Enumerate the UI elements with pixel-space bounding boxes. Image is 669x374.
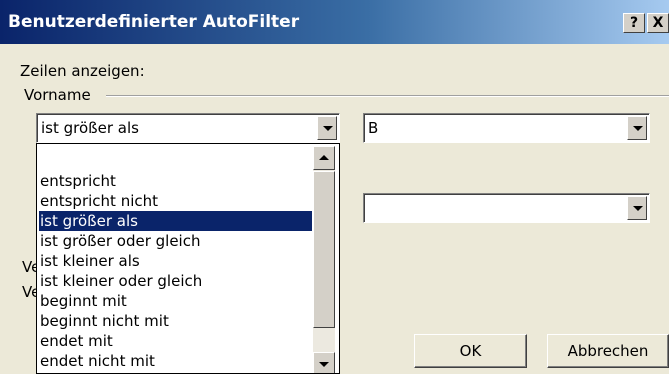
- list-item[interactable]: ist kleiner als: [39, 251, 312, 271]
- scroll-up-button[interactable]: [313, 146, 335, 170]
- list-item[interactable]: beginnt mit: [39, 291, 312, 311]
- help-button[interactable]: ?: [623, 13, 645, 33]
- rows-label: Zeilen anzeigen:: [20, 62, 145, 80]
- operator1-select[interactable]: ist größer als: [36, 113, 340, 143]
- operator1-dropdown-button[interactable]: [317, 116, 337, 140]
- operator1-value: ist größer als: [41, 119, 139, 137]
- dropdown-scrollbar[interactable]: [313, 146, 335, 373]
- list-item[interactable]: beginnt nicht mit: [39, 311, 312, 331]
- list-item[interactable]: entspricht: [39, 171, 312, 191]
- chevron-down-icon: [633, 206, 643, 211]
- list-item[interactable]: ist größer oder gleich: [39, 231, 312, 251]
- value1-text: B: [368, 119, 379, 137]
- partial-label-1: Ve: [22, 258, 36, 276]
- list-item[interactable]: endet nicht mit: [39, 351, 312, 371]
- close-button[interactable]: X: [647, 13, 669, 33]
- value2-combobox[interactable]: [363, 193, 650, 223]
- list-item[interactable]: ist kleiner oder gleich: [39, 271, 312, 291]
- partial-label-2: Ve: [22, 283, 36, 301]
- list-item[interactable]: entspricht nicht: [39, 191, 312, 211]
- field-group-label: Vorname: [24, 86, 91, 104]
- chevron-down-icon: [323, 126, 333, 131]
- value2-dropdown-button[interactable]: [627, 196, 647, 220]
- ok-button[interactable]: OK: [414, 334, 527, 368]
- title-bar: Benutzerdefinierter AutoFilter ? X: [0, 0, 669, 44]
- list-item[interactable]: endet mit: [39, 331, 312, 351]
- group-divider: [106, 95, 669, 97]
- scroll-down-button[interactable]: [313, 352, 335, 373]
- cancel-button[interactable]: Abbrechen: [547, 334, 669, 368]
- scroll-thumb[interactable]: [313, 171, 335, 328]
- scroll-down-icon: [319, 362, 329, 367]
- value1-combobox[interactable]: B: [363, 113, 650, 143]
- scroll-up-icon: [319, 155, 329, 160]
- window-title: Benutzerdefinierter AutoFilter: [8, 12, 300, 32]
- chevron-down-icon: [633, 126, 643, 131]
- value1-dropdown-button[interactable]: [627, 116, 647, 140]
- operator-dropdown-list[interactable]: entspricht entspricht nicht ist größer a…: [36, 143, 340, 374]
- list-item-selected[interactable]: ist größer als: [39, 211, 312, 231]
